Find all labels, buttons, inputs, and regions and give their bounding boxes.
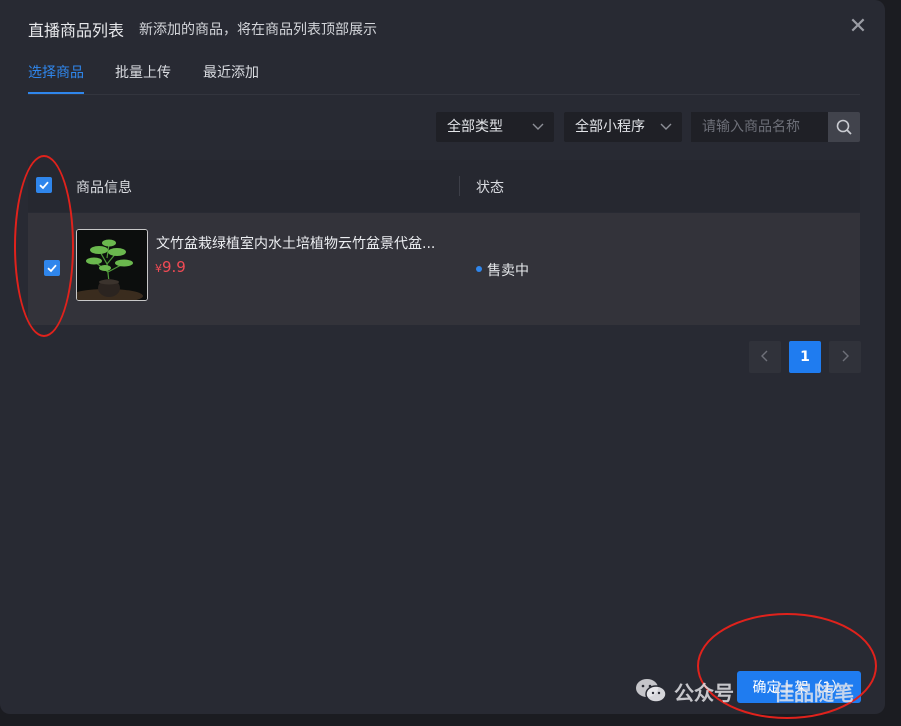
- table-header: 商品信息 状态: [28, 160, 860, 212]
- product-thumbnail: [76, 229, 148, 301]
- column-product-info: 商品信息: [76, 180, 132, 196]
- product-name: 文竹盆栽绿植室内水土培植物云竹盆景代盆...: [156, 236, 436, 252]
- check-icon: [47, 264, 57, 273]
- tab-bar: 选择商品 批量上传 最近添加: [28, 62, 860, 95]
- product-list-dialog: 直播商品列表 新添加的商品，将在商品列表顶部展示 ✕ 选择商品 批量上传 最近添…: [0, 0, 885, 714]
- row-checkbox[interactable]: [44, 260, 60, 276]
- currency-symbol: ¥: [155, 262, 162, 275]
- search-input[interactable]: [691, 112, 828, 142]
- tab-batch-upload[interactable]: 批量上传: [115, 62, 171, 82]
- close-icon[interactable]: ✕: [846, 15, 870, 39]
- status-dot-icon: [476, 266, 482, 272]
- type-select[interactable]: 全部类型: [436, 112, 554, 142]
- prev-page-button[interactable]: [749, 341, 781, 373]
- chevron-down-icon: [532, 112, 544, 153]
- type-select-value: 全部类型: [447, 119, 503, 135]
- chevron-down-icon: [660, 112, 672, 153]
- dialog-subtitle: 新添加的商品，将在商品列表顶部展示: [139, 22, 377, 38]
- select-all-checkbox[interactable]: [36, 177, 52, 193]
- page-number-button[interactable]: 1: [789, 341, 821, 373]
- tab-select-products[interactable]: 选择商品: [28, 62, 84, 82]
- miniprogram-select[interactable]: 全部小程序: [564, 112, 682, 142]
- miniprogram-select-value: 全部小程序: [575, 119, 645, 135]
- chevron-left-icon: [761, 350, 768, 362]
- next-page-button[interactable]: [829, 341, 861, 373]
- check-icon: [39, 181, 49, 190]
- price-value: 9.9: [162, 258, 186, 276]
- tab-recently-added[interactable]: 最近添加: [203, 62, 259, 82]
- search-button[interactable]: [828, 112, 860, 142]
- chevron-right-icon: [842, 350, 849, 362]
- product-price: ¥9.9: [155, 258, 186, 276]
- table-row[interactable]: 文竹盆栽绿植室内水土培植物云竹盆景代盆... ¥9.9 售卖中: [28, 213, 860, 325]
- confirm-listing-button[interactable]: 确定上架（1）: [737, 671, 861, 703]
- column-status: 状态: [476, 180, 504, 196]
- status-badge: 售卖中: [487, 263, 529, 279]
- column-divider: [459, 176, 460, 196]
- active-tab-indicator: [28, 92, 84, 94]
- search-icon: [836, 119, 852, 135]
- dialog-title: 直播商品列表: [28, 21, 125, 40]
